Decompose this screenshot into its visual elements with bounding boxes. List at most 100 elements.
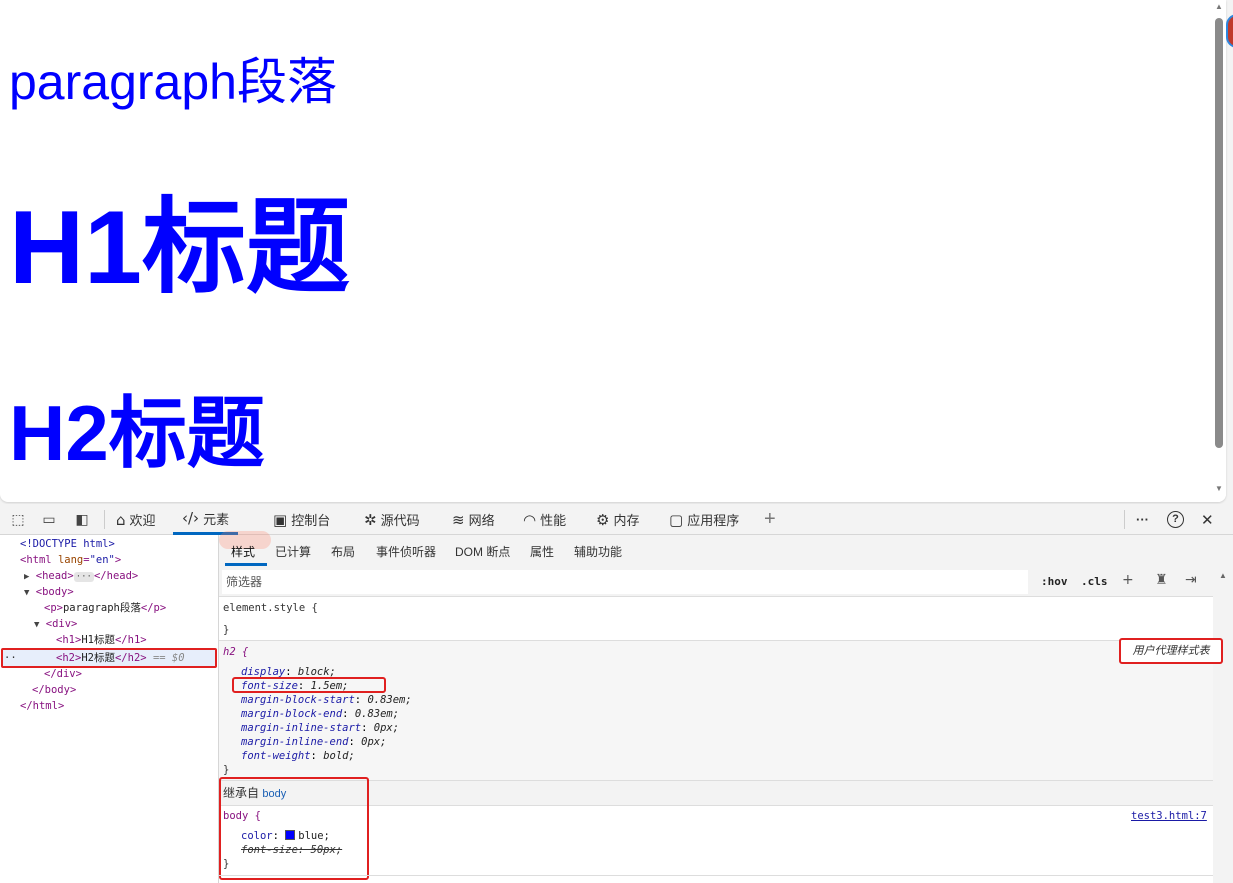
paragraph-text: paragraph段落: [9, 54, 337, 110]
styles-scrollbar[interactable]: ▲: [1213, 567, 1233, 883]
dom-node-p[interactable]: <p>paragraph段落</p>: [44, 600, 166, 616]
css-property-line[interactable]: margin-block-end: 0.83em;: [241, 707, 399, 721]
node-text: paragraph段落: [62, 602, 141, 614]
tag-name: h1: [62, 634, 75, 646]
gauge-icon: ◠: [523, 510, 537, 529]
subtab-event-listeners[interactable]: 事件侦听器: [376, 543, 436, 560]
h1-heading: H1标题: [9, 190, 350, 306]
dom-node-div-close[interactable]: </div>: [44, 666, 82, 682]
toggle-sidebar-icon[interactable]: ⇥: [1185, 572, 1197, 588]
dom-node-doctype[interactable]: <!DOCTYPE html>: [20, 536, 115, 552]
dom-node-html-close[interactable]: </html>: [20, 698, 64, 714]
console-icon: ▣: [273, 510, 288, 529]
inspect-element-icon[interactable]: ⬚: [9, 511, 27, 527]
toolbar-divider: [1124, 510, 1125, 529]
subtab-styles[interactable]: 样式: [231, 543, 255, 560]
tag-name: head: [42, 570, 68, 582]
tab-label: 源代码: [380, 513, 420, 528]
subtab-computed[interactable]: 已计算: [275, 543, 311, 560]
dom-node-h2-selected[interactable]: <h2>H2标题</h2> == $0: [56, 650, 185, 666]
tag-name: p: [153, 602, 160, 614]
tag-name: head: [106, 570, 132, 582]
subtab-dom-breakpoints[interactable]: DOM 断点: [455, 543, 510, 560]
dom-node-body-close[interactable]: </body>: [32, 682, 76, 698]
close-devtools-button[interactable]: ✕: [1201, 504, 1214, 535]
dom-tree-panel: <!DOCTYPE html> <html lang="en"> ▶ <head…: [0, 535, 218, 883]
cls-button[interactable]: .cls: [1081, 575, 1108, 588]
viewport-scrollbar[interactable]: ▲ ▼: [1212, 0, 1226, 502]
tag-name: p: [50, 602, 57, 614]
doctype-text: <!DOCTYPE html>: [20, 538, 115, 550]
help-button[interactable]: ?: [1167, 504, 1184, 535]
tag-name: body: [44, 684, 70, 696]
more-options-button[interactable]: ···: [1136, 504, 1149, 535]
css-property-line[interactable]: font-weight: bold;: [241, 749, 355, 763]
css-property-line[interactable]: margin-inline-start: 0px;: [241, 721, 399, 735]
tag-name: body: [42, 586, 68, 598]
tab-welcome[interactable]: ⌂ 欢迎: [116, 504, 156, 535]
wifi-icon: ≋: [452, 510, 465, 529]
scroll-up-arrow-icon[interactable]: ▲: [1219, 571, 1227, 580]
tab-label: 应用程序: [687, 513, 740, 528]
tag-name: html: [26, 554, 52, 566]
filter-row: 筛选器 :hov .cls + ♜ ⇥: [219, 567, 1213, 597]
tab-label: 性能: [540, 513, 567, 528]
attr-name: lang: [57, 554, 84, 566]
subtab-accessibility[interactable]: 辅助功能: [574, 543, 622, 560]
tag-name: h2: [127, 652, 141, 664]
bug-icon: ✲: [364, 510, 377, 529]
dom-node-html[interactable]: <html lang="en">: [20, 552, 121, 568]
tab-application[interactable]: ▢ 应用程序: [669, 504, 739, 535]
tab-label: 欢迎: [129, 513, 156, 528]
collapsed-ellipsis[interactable]: ···: [73, 572, 94, 582]
browser-page: { "viewport": { "paragraph": "paragraph段…: [0, 0, 1233, 883]
filter-input[interactable]: 筛选器: [222, 570, 1028, 594]
scroll-up-arrow-icon[interactable]: ▲: [1215, 2, 1223, 11]
new-rule-icon[interactable]: +: [1122, 572, 1134, 588]
tab-console[interactable]: ▣ 控制台: [273, 504, 330, 535]
scrollbar-thumb[interactable]: [1215, 18, 1223, 448]
inherited-highlight: [219, 777, 369, 880]
tab-performance[interactable]: ◠ 性能: [523, 504, 566, 535]
row-menu-dots[interactable]: ··: [4, 650, 17, 666]
tag-name: div: [56, 668, 76, 680]
paint-brush-icon[interactable]: ♜: [1155, 572, 1168, 588]
node-text: H2标题: [81, 652, 115, 664]
collapse-triangle-icon[interactable]: ▼: [34, 620, 39, 630]
tab-memory[interactable]: ⚙ 内存: [596, 504, 639, 535]
selected-marker: == $0: [152, 652, 185, 664]
tab-sources[interactable]: ✲ 源代码: [364, 504, 420, 535]
element-style-selector[interactable]: element.style {: [223, 601, 318, 615]
add-tab-button[interactable]: +: [764, 504, 776, 535]
rule-divider: [219, 875, 1213, 876]
css-property-line[interactable]: margin-inline-end: 0px;: [241, 735, 386, 749]
hov-button[interactable]: :hov: [1041, 575, 1068, 588]
tab-label: 网络: [468, 513, 495, 528]
node-text: H1标题: [81, 634, 115, 646]
expand-triangle-icon[interactable]: ▶: [24, 572, 29, 582]
devtools-tabbar: ⬚ ▭ ◧ ⌂ 欢迎 ‹/› 元素 ▣ 控制台 ✲ 源代码 ≋ 网络 ◠ 性能 ⚙ 内存 ▢ 应…: [0, 504, 1233, 535]
styles-panel: 样式 已计算 布局 事件侦听器 DOM 断点 属性 辅助功能 筛选器 :hov …: [218, 531, 1233, 883]
dom-node-body[interactable]: ▼ <body>: [24, 584, 74, 600]
h2-heading: H2标题: [9, 389, 265, 477]
dom-node-h1[interactable]: <h1>H1标题</h1>: [56, 632, 147, 648]
css-property-line[interactable]: margin-block-start: 0.83em;: [241, 693, 412, 707]
dock-sidebar-icon[interactable]: ◧: [73, 511, 91, 527]
tab-network[interactable]: ≋ 网络: [452, 504, 495, 535]
styles-subtabs: 样式 已计算 布局 事件侦听器 DOM 断点 属性 辅助功能: [219, 531, 1233, 567]
code-icon: ‹/›: [182, 509, 200, 527]
ua-rule-selector[interactable]: h2 {: [223, 645, 248, 659]
tag-name: h2: [62, 652, 75, 664]
user-agent-stylesheet-label: 用户代理样式表: [1119, 638, 1223, 664]
source-link[interactable]: test3.html:7: [1131, 809, 1207, 823]
scroll-down-arrow-icon[interactable]: ▼: [1215, 484, 1223, 493]
device-emulation-icon[interactable]: ▭: [40, 511, 58, 527]
avatar[interactable]: [1226, 14, 1233, 48]
dom-node-div[interactable]: ▼ <div>: [34, 616, 77, 632]
subtab-layout[interactable]: 布局: [331, 543, 355, 560]
css-property-line[interactable]: font-size: 1.5em;: [241, 679, 349, 693]
dom-node-head[interactable]: ▶ <head> ··· </head>: [24, 568, 138, 584]
subtab-properties[interactable]: 属性: [530, 543, 554, 560]
collapse-triangle-icon[interactable]: ▼: [24, 588, 29, 598]
attr-value: "en": [89, 554, 115, 566]
